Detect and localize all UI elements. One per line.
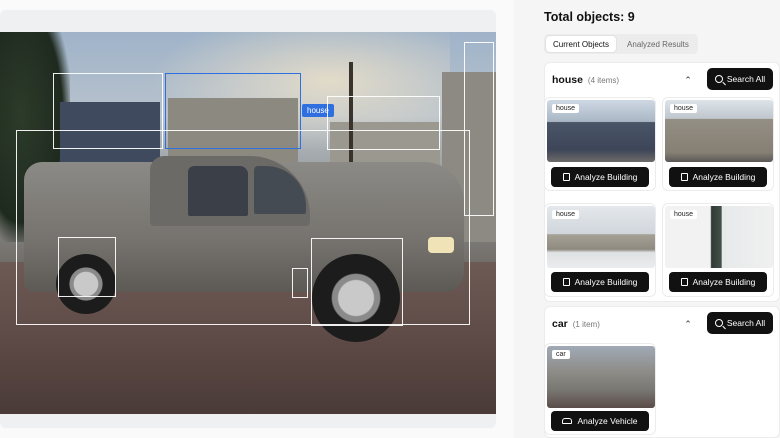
analyze-building-button[interactable]: Analyze Building bbox=[669, 272, 767, 292]
bbox-wheel-front[interactable] bbox=[311, 238, 403, 326]
button-label: Analyze Building bbox=[574, 172, 638, 182]
object-card-house-2[interactable]: house Analyze Building bbox=[662, 97, 774, 191]
building-icon bbox=[680, 278, 688, 286]
analyze-building-button[interactable]: Analyze Building bbox=[551, 167, 649, 187]
object-card-house-1[interactable]: house Analyze Building bbox=[544, 97, 656, 191]
thumb-tag: house bbox=[670, 104, 698, 113]
object-card-house-3[interactable]: house Analyze Building bbox=[544, 203, 656, 297]
button-label: Analyze Vehicle bbox=[577, 416, 638, 426]
total-objects: Total objects: 9 bbox=[544, 10, 635, 24]
thumb-tag: house bbox=[552, 210, 580, 219]
thumbnail: house bbox=[665, 100, 773, 162]
object-card-house-4[interactable]: house Analyze Building bbox=[662, 203, 774, 297]
thumbnail: house bbox=[547, 206, 655, 268]
thumbnail: house bbox=[547, 100, 655, 162]
section-car-title: car bbox=[552, 318, 568, 330]
thumb-tag: house bbox=[670, 210, 698, 219]
analyze-vehicle-button[interactable]: Analyze Vehicle bbox=[551, 411, 649, 431]
object-card-car-1[interactable]: car Analyze Vehicle bbox=[544, 343, 656, 435]
tab-bar: Current Objects Analyzed Results bbox=[544, 34, 698, 54]
button-label: Analyze Building bbox=[692, 277, 756, 287]
tab-analyzed-results[interactable]: Analyzed Results bbox=[620, 36, 696, 52]
chevron-up-icon[interactable]: ⌃ bbox=[682, 318, 694, 330]
button-label: Analyze Building bbox=[574, 277, 638, 287]
thumbnail: house bbox=[665, 206, 773, 268]
analyze-building-button[interactable]: Analyze Building bbox=[551, 272, 649, 292]
button-label: Analyze Building bbox=[692, 172, 756, 182]
thumb-tag: house bbox=[552, 104, 580, 113]
bbox-wheel-rear[interactable] bbox=[58, 237, 116, 297]
analyze-building-button[interactable]: Analyze Building bbox=[669, 167, 767, 187]
image-viewer: house bbox=[0, 10, 496, 428]
chevron-up-icon[interactable]: ⌃ bbox=[682, 74, 694, 86]
search-icon bbox=[714, 75, 723, 83]
scene-photo: house bbox=[0, 32, 496, 414]
thumb-tag: car bbox=[552, 350, 570, 359]
bbox-door-handle[interactable] bbox=[292, 268, 308, 298]
building-icon bbox=[562, 278, 570, 286]
objects-panel: Total objects: 9 Current Objects Analyze… bbox=[514, 0, 780, 438]
search-all-car-button[interactable]: Search All bbox=[707, 312, 773, 334]
search-all-house-button[interactable]: Search All bbox=[707, 68, 773, 90]
section-house-title: house bbox=[552, 74, 583, 86]
section-car-count: (1 item) bbox=[572, 319, 600, 329]
search-all-label: Search All bbox=[726, 318, 766, 328]
building-icon bbox=[680, 173, 688, 181]
building-icon bbox=[562, 173, 570, 181]
section-house-count: (4 items) bbox=[587, 75, 620, 85]
section-house-header[interactable]: house (4 items) bbox=[552, 68, 619, 92]
section-car-header[interactable]: car (1 item) bbox=[552, 312, 600, 336]
tab-current-objects[interactable]: Current Objects bbox=[546, 36, 617, 52]
search-icon bbox=[714, 319, 723, 327]
search-all-label: Search All bbox=[726, 74, 766, 84]
car-icon bbox=[562, 418, 573, 424]
thumbnail: car bbox=[547, 346, 655, 408]
